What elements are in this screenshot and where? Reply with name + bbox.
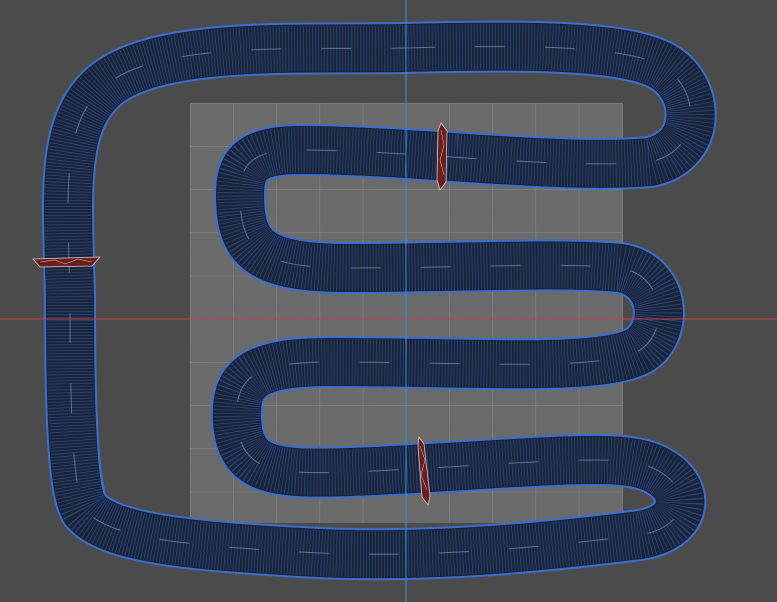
viewport-scene[interactable] bbox=[0, 0, 777, 602]
3d-viewport[interactable] bbox=[0, 0, 777, 602]
checkpoint-left[interactable] bbox=[32, 256, 101, 268]
checkpoint-top[interactable] bbox=[436, 122, 448, 191]
